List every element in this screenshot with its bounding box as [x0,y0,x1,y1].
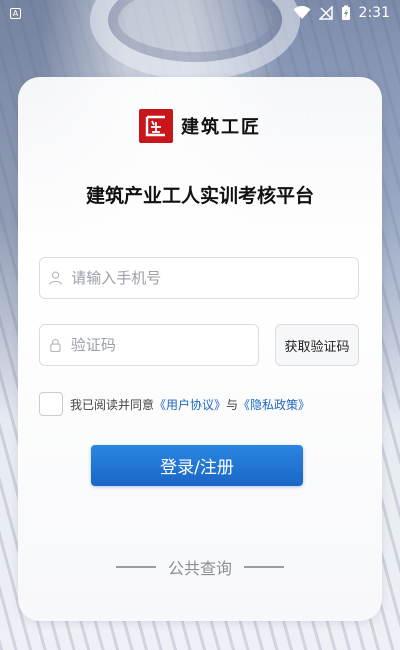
phone-field[interactable] [39,257,359,299]
public-query-label[interactable]: 公共查询 [168,555,232,579]
status-icons: 2:31 [293,5,390,21]
verification-code-input[interactable] [62,325,258,365]
lock-icon [50,338,61,353]
brand-logo-mark-icon [139,109,173,143]
brand-logo: 建筑工匠 [18,109,382,143]
status-bar: A 2:31 [0,0,400,26]
app-title: 建筑产业工人实训考核平台 [85,185,314,207]
brand-logo-text: 建筑工匠 [181,117,261,138]
notification-icon: A [10,7,21,19]
privacy-policy-link[interactable]: 《隐私政策》 [238,398,310,412]
login-card: 建筑工匠 建筑产业工人实训考核平台 获取验证码 我已阅读并同意《用户协议》与《隐… [18,77,382,621]
agreement-text: 我已阅读并同意《用户协议》与《隐私政策》 [70,396,310,413]
battery-charging-icon [341,5,350,20]
verification-code-field[interactable] [39,324,259,366]
get-code-button[interactable]: 获取验证码 [275,324,359,366]
user-icon [49,271,62,285]
divider-right [244,566,284,568]
agreement-prefix: 我已阅读并同意 [70,397,155,412]
user-agreement-link[interactable]: 《用户协议》 [154,398,226,412]
status-time: 2:31 [358,5,390,21]
agreement-checkbox[interactable] [39,392,63,416]
login-register-button[interactable]: 登录/注册 [91,445,303,486]
agreement-joiner: 与 [226,397,239,412]
public-query-link[interactable]: 公共查询 [18,555,382,579]
phone-input[interactable] [63,258,358,298]
divider-left [115,566,156,568]
agreement-row: 我已阅读并同意《用户协议》与《隐私政策》 [39,391,310,417]
wifi-icon [293,6,311,19]
signal-off-icon [318,6,333,20]
